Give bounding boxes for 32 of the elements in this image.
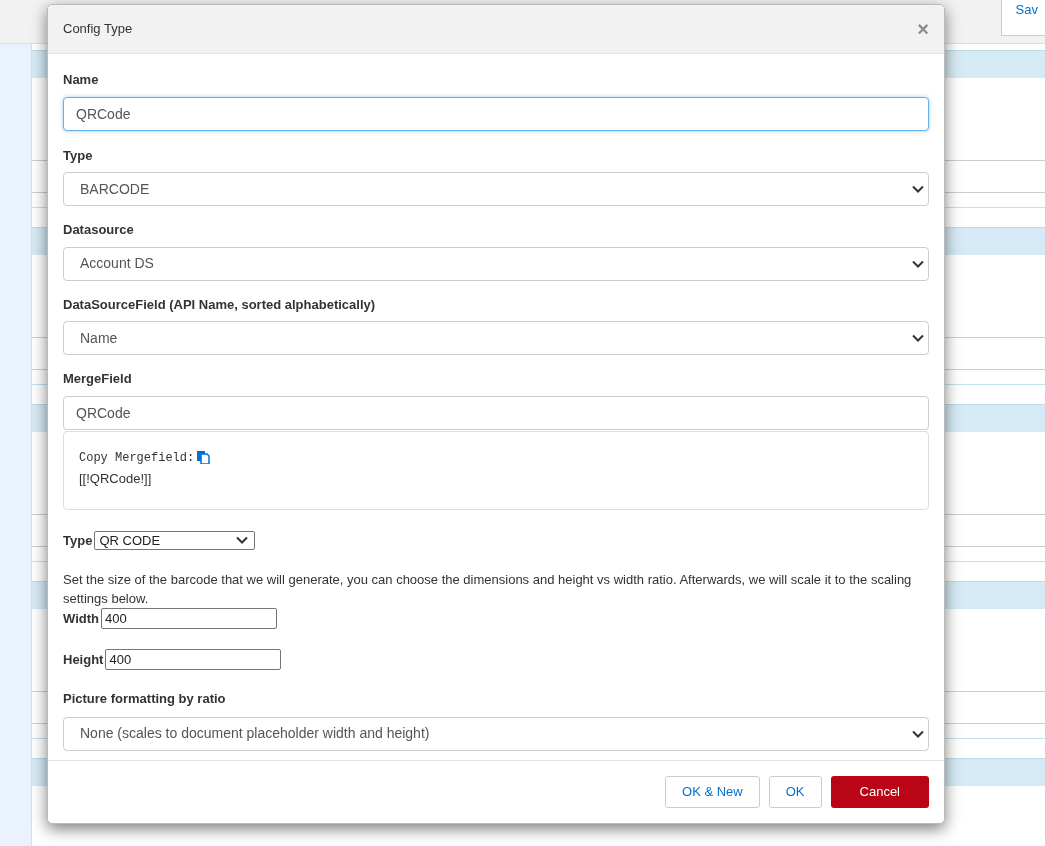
field-label: Picture formatting by ratio xyxy=(63,690,227,708)
copy-caption: Copy Mergefield: xyxy=(79,449,195,467)
chevron-down-icon xyxy=(912,334,924,342)
chevron-down-icon xyxy=(236,536,249,545)
field-label: MergeField xyxy=(63,370,133,388)
field-label: Datasource xyxy=(63,221,135,239)
dropdown-select[interactable]: QR CODE xyxy=(94,530,256,550)
field-label: DataSourceField (API Name, sorted alphabetically) xyxy=(63,295,377,314)
chevron-down-icon xyxy=(912,729,924,738)
copy-icon[interactable] xyxy=(197,451,211,464)
dialog-title: Config Type xyxy=(63,20,133,39)
dialog-button[interactable]: OK & New xyxy=(665,776,760,808)
chevron-down-icon xyxy=(912,259,924,268)
dropdown-select[interactable]: Name xyxy=(63,321,929,355)
field-label: Width xyxy=(63,609,99,628)
text-field[interactable]: QRCode xyxy=(63,96,929,131)
chevron-down-icon xyxy=(912,185,924,193)
dropdown-select[interactable]: BARCODE xyxy=(63,172,929,206)
mergefield-code: [[!QRCode!]] xyxy=(79,469,153,488)
field-label: Type xyxy=(63,146,94,165)
dropdown-select[interactable]: None (scales to document placeholder width and height) xyxy=(63,716,929,751)
size-help-text: Set the size of the barcode that we will generate, you can choose the dimensions and height vs width ratio. Afterwards, we will scale it to the scaling settings below. xyxy=(63,571,913,608)
text-field[interactable]: QRCode xyxy=(63,395,929,430)
number-field[interactable]: 400 xyxy=(101,608,277,629)
field-label: Height xyxy=(63,650,104,669)
number-field[interactable]: 400 xyxy=(105,649,282,670)
field-label: Name xyxy=(63,71,100,89)
dialog-button[interactable]: OK xyxy=(768,776,822,808)
toolbar-button[interactable]: Sav xyxy=(1000,0,1045,36)
dropdown-select[interactable]: Account DS xyxy=(63,246,929,281)
dialog-button[interactable]: Cancel xyxy=(830,776,929,808)
field-label: Type xyxy=(63,531,93,550)
